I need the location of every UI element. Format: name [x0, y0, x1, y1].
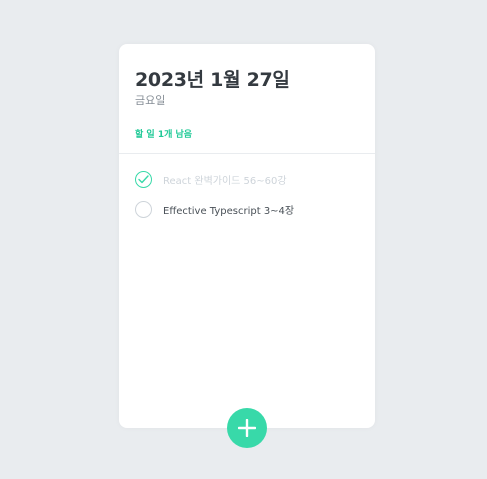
todo-text: React 완벽가이드 56~60강 [163, 175, 287, 187]
todo-item: React 완벽가이드 56~60강 [119, 164, 375, 194]
add-todo-button[interactable] [227, 408, 267, 448]
todo-header: 2023년 1월 27일 금요일 할 일 1개 남음 [119, 44, 375, 154]
todo-checkbox[interactable] [135, 170, 152, 188]
todo-checkbox[interactable] [135, 200, 152, 218]
plus-icon [238, 419, 256, 437]
todo-card: 2023년 1월 27일 금요일 할 일 1개 남음 React 완벽가이드 5… [119, 44, 375, 428]
check-icon [138, 174, 149, 183]
day-of-week: 금요일 [135, 94, 166, 107]
tasks-left-count: 할 일 1개 남음 [135, 130, 193, 140]
date-title: 2023년 1월 27일 [135, 69, 290, 91]
todo-list: React 완벽가이드 56~60강 Effective Typescript … [119, 164, 375, 224]
todo-item: Effective Typescript 3~4장 [119, 194, 375, 224]
todo-text: Effective Typescript 3~4장 [163, 205, 295, 217]
